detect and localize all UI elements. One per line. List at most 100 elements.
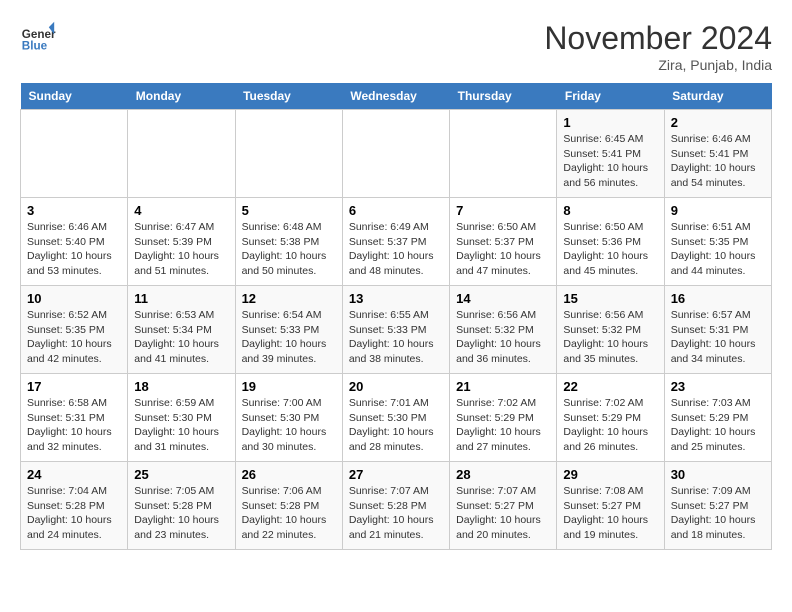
calendar-cell: 24 Sunrise: 7:04 AM Sunset: 5:28 PM Dayli…	[21, 462, 128, 550]
calendar-cell: 22 Sunrise: 7:02 AM Sunset: 5:29 PM Dayli…	[557, 374, 664, 462]
calendar-cell: 7Sunrise: 6:50 AM Sunset: 5:37 PM Daylig…	[450, 198, 557, 286]
calendar-cell: 9 Sunrise: 6:51 AM Sunset: 5:35 PM Daylig…	[664, 198, 771, 286]
logo: General Blue	[20, 20, 56, 56]
day-info: Sunrise: 7:04 AM Sunset: 5:28 PM Dayligh…	[27, 484, 121, 543]
calendar-cell: 17 Sunrise: 6:58 AM Sunset: 5:31 PM Dayli…	[21, 374, 128, 462]
day-info: Sunrise: 7:03 AM Sunset: 5:29 PM Dayligh…	[671, 396, 765, 455]
weekday-header-friday: Friday	[557, 83, 664, 110]
day-number: 11	[134, 291, 228, 306]
day-number: 5	[242, 203, 336, 218]
day-number: 16	[671, 291, 765, 306]
logo-icon: General Blue	[20, 20, 56, 56]
day-number: 29	[563, 467, 657, 482]
calendar-cell: 19Sunrise: 7:00 AM Sunset: 5:30 PM Dayli…	[235, 374, 342, 462]
calendar-cell: 18 Sunrise: 6:59 AM Sunset: 5:30 PM Dayli…	[128, 374, 235, 462]
svg-text:Blue: Blue	[22, 40, 48, 53]
day-number: 13	[349, 291, 443, 306]
calendar-cell: 25 Sunrise: 7:05 AM Sunset: 5:28 PM Dayli…	[128, 462, 235, 550]
calendar-cell: 26 Sunrise: 7:06 AM Sunset: 5:28 PM Dayli…	[235, 462, 342, 550]
location-subtitle: Zira, Punjab, India	[544, 57, 772, 73]
day-number: 12	[242, 291, 336, 306]
day-info: Sunrise: 6:54 AM Sunset: 5:33 PM Dayligh…	[242, 308, 336, 367]
calendar-cell: 13 Sunrise: 6:55 AM Sunset: 5:33 PM Dayli…	[342, 286, 449, 374]
calendar-cell: 2 Sunrise: 6:46 AM Sunset: 5:41 PM Daylig…	[664, 110, 771, 198]
day-info: Sunrise: 7:07 AM Sunset: 5:27 PM Dayligh…	[456, 484, 550, 543]
day-info: Sunrise: 6:55 AM Sunset: 5:33 PM Dayligh…	[349, 308, 443, 367]
day-info: Sunrise: 6:52 AM Sunset: 5:35 PM Dayligh…	[27, 308, 121, 367]
day-info: Sunrise: 6:58 AM Sunset: 5:31 PM Dayligh…	[27, 396, 121, 455]
calendar-cell: 4Sunrise: 6:47 AM Sunset: 5:39 PM Daylig…	[128, 198, 235, 286]
calendar-cell: 29 Sunrise: 7:08 AM Sunset: 5:27 PM Dayli…	[557, 462, 664, 550]
day-info: Sunrise: 7:09 AM Sunset: 5:27 PM Dayligh…	[671, 484, 765, 543]
day-info: Sunrise: 6:51 AM Sunset: 5:35 PM Dayligh…	[671, 220, 765, 279]
day-info: Sunrise: 7:05 AM Sunset: 5:28 PM Dayligh…	[134, 484, 228, 543]
day-info: Sunrise: 6:56 AM Sunset: 5:32 PM Dayligh…	[563, 308, 657, 367]
month-title: November 2024	[544, 20, 772, 57]
day-number: 26	[242, 467, 336, 482]
day-number: 17	[27, 379, 121, 394]
day-number: 9	[671, 203, 765, 218]
calendar-cell: 10 Sunrise: 6:52 AM Sunset: 5:35 PM Dayli…	[21, 286, 128, 374]
calendar-cell: 12 Sunrise: 6:54 AM Sunset: 5:33 PM Dayli…	[235, 286, 342, 374]
calendar-cell: 3 Sunrise: 6:46 AM Sunset: 5:40 PM Daylig…	[21, 198, 128, 286]
page-header: General Blue November 2024 Zira, Punjab,…	[20, 20, 772, 73]
day-info: Sunrise: 6:46 AM Sunset: 5:41 PM Dayligh…	[671, 132, 765, 191]
day-info: Sunrise: 7:01 AM Sunset: 5:30 PM Dayligh…	[349, 396, 443, 455]
calendar-cell: 8 Sunrise: 6:50 AM Sunset: 5:36 PM Daylig…	[557, 198, 664, 286]
calendar-cell: 30 Sunrise: 7:09 AM Sunset: 5:27 PM Dayli…	[664, 462, 771, 550]
day-number: 19	[242, 379, 336, 394]
day-number: 28	[456, 467, 550, 482]
day-number: 6	[349, 203, 443, 218]
day-info: Sunrise: 6:53 AM Sunset: 5:34 PM Dayligh…	[134, 308, 228, 367]
calendar-cell: 28 Sunrise: 7:07 AM Sunset: 5:27 PM Dayli…	[450, 462, 557, 550]
calendar-cell	[450, 110, 557, 198]
day-info: Sunrise: 6:45 AM Sunset: 5:41 PM Dayligh…	[563, 132, 657, 191]
day-number: 21	[456, 379, 550, 394]
calendar-cell: 23 Sunrise: 7:03 AM Sunset: 5:29 PM Dayli…	[664, 374, 771, 462]
calendar-cell	[21, 110, 128, 198]
calendar-cell: 27 Sunrise: 7:07 AM Sunset: 5:28 PM Dayli…	[342, 462, 449, 550]
calendar-cell	[342, 110, 449, 198]
calendar-cell	[235, 110, 342, 198]
day-number: 14	[456, 291, 550, 306]
calendar-cell: 21Sunrise: 7:02 AM Sunset: 5:29 PM Dayli…	[450, 374, 557, 462]
day-number: 27	[349, 467, 443, 482]
day-number: 23	[671, 379, 765, 394]
calendar-cell: 11 Sunrise: 6:53 AM Sunset: 5:34 PM Dayli…	[128, 286, 235, 374]
day-info: Sunrise: 6:46 AM Sunset: 5:40 PM Dayligh…	[27, 220, 121, 279]
calendar-cell: 5 Sunrise: 6:48 AM Sunset: 5:38 PM Daylig…	[235, 198, 342, 286]
calendar-cell: 6 Sunrise: 6:49 AM Sunset: 5:37 PM Daylig…	[342, 198, 449, 286]
day-number: 30	[671, 467, 765, 482]
day-info: Sunrise: 6:49 AM Sunset: 5:37 PM Dayligh…	[349, 220, 443, 279]
calendar-cell: 14 Sunrise: 6:56 AM Sunset: 5:32 PM Dayli…	[450, 286, 557, 374]
day-number: 8	[563, 203, 657, 218]
day-info: Sunrise: 7:08 AM Sunset: 5:27 PM Dayligh…	[563, 484, 657, 543]
day-info: Sunrise: 6:59 AM Sunset: 5:30 PM Dayligh…	[134, 396, 228, 455]
calendar-table: SundayMondayTuesdayWednesdayThursdayFrid…	[20, 83, 772, 550]
weekday-header-wednesday: Wednesday	[342, 83, 449, 110]
weekday-header-sunday: Sunday	[21, 83, 128, 110]
day-info: Sunrise: 6:50 AM Sunset: 5:36 PM Dayligh…	[563, 220, 657, 279]
day-number: 24	[27, 467, 121, 482]
weekday-header-thursday: Thursday	[450, 83, 557, 110]
day-info: Sunrise: 6:48 AM Sunset: 5:38 PM Dayligh…	[242, 220, 336, 279]
weekday-header-monday: Monday	[128, 83, 235, 110]
day-number: 20	[349, 379, 443, 394]
day-number: 18	[134, 379, 228, 394]
calendar-cell: 20 Sunrise: 7:01 AM Sunset: 5:30 PM Dayli…	[342, 374, 449, 462]
day-info: Sunrise: 6:56 AM Sunset: 5:32 PM Dayligh…	[456, 308, 550, 367]
day-info: Sunrise: 7:06 AM Sunset: 5:28 PM Dayligh…	[242, 484, 336, 543]
day-number: 2	[671, 115, 765, 130]
day-number: 22	[563, 379, 657, 394]
day-number: 10	[27, 291, 121, 306]
day-info: Sunrise: 7:02 AM Sunset: 5:29 PM Dayligh…	[563, 396, 657, 455]
calendar-cell: 15Sunrise: 6:56 AM Sunset: 5:32 PM Dayli…	[557, 286, 664, 374]
day-info: Sunrise: 6:57 AM Sunset: 5:31 PM Dayligh…	[671, 308, 765, 367]
day-info: Sunrise: 7:07 AM Sunset: 5:28 PM Dayligh…	[349, 484, 443, 543]
day-info: Sunrise: 6:50 AM Sunset: 5:37 PM Dayligh…	[456, 220, 550, 279]
calendar-cell: 1Sunrise: 6:45 AM Sunset: 5:41 PM Daylig…	[557, 110, 664, 198]
calendar-cell: 16 Sunrise: 6:57 AM Sunset: 5:31 PM Dayli…	[664, 286, 771, 374]
day-number: 25	[134, 467, 228, 482]
day-number: 3	[27, 203, 121, 218]
title-area: November 2024 Zira, Punjab, India	[544, 20, 772, 73]
